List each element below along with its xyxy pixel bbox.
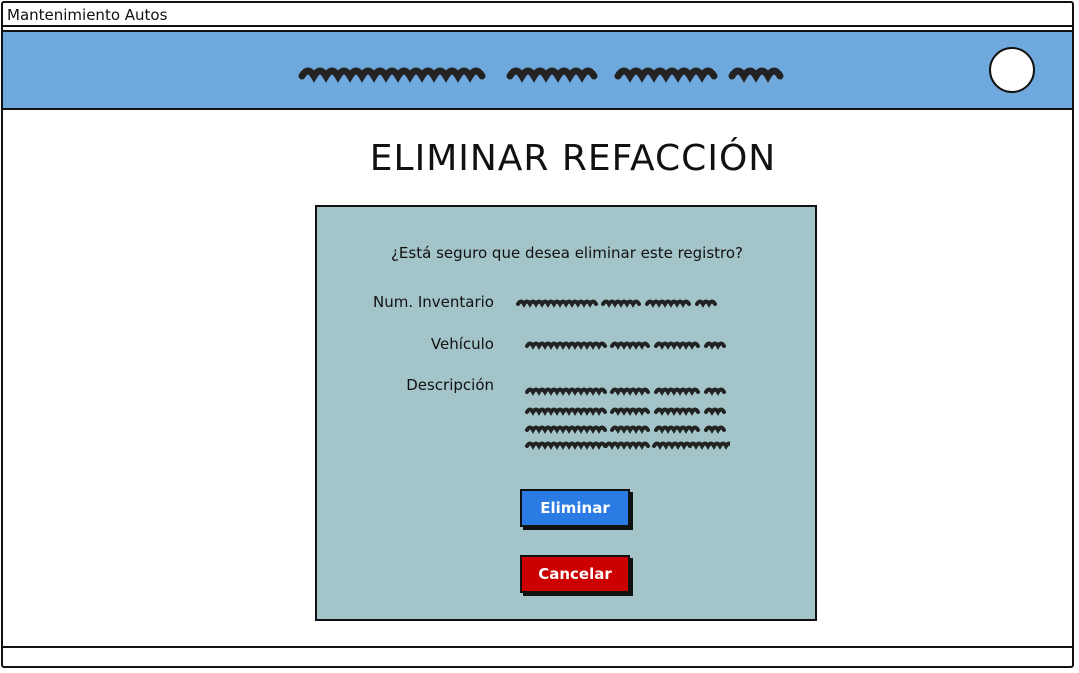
header-band [3,30,1072,110]
window-title: Mantenimiento Autos [7,6,168,24]
status-bar [3,646,1072,666]
cancel-button[interactable]: Cancelar [520,555,630,593]
header-title-scribble [298,67,784,83]
delete-button[interactable]: Eliminar [520,489,630,527]
vehicle-label: Vehículo [430,335,494,353]
confirm-question: ¿Está seguro que desea eliminar este reg… [390,244,744,262]
user-avatar-icon[interactable] [989,47,1035,93]
page-title: ELIMINAR REFACCIÓN [369,138,777,179]
inventory-number-value-scribble [516,299,717,308]
vehicle-value-scribble [525,341,726,350]
inventory-number-label: Num. Inventario [372,293,494,311]
app-window: Mantenimiento Autos ELIMINAR REFACCIÓN ¿… [1,1,1074,668]
description-label: Descripción [406,376,494,394]
window-titlebar: Mantenimiento Autos [3,3,1072,27]
delete-confirm-dialog: ¿Está seguro que desea eliminar este reg… [315,205,817,621]
description-value-scribble [525,387,730,450]
